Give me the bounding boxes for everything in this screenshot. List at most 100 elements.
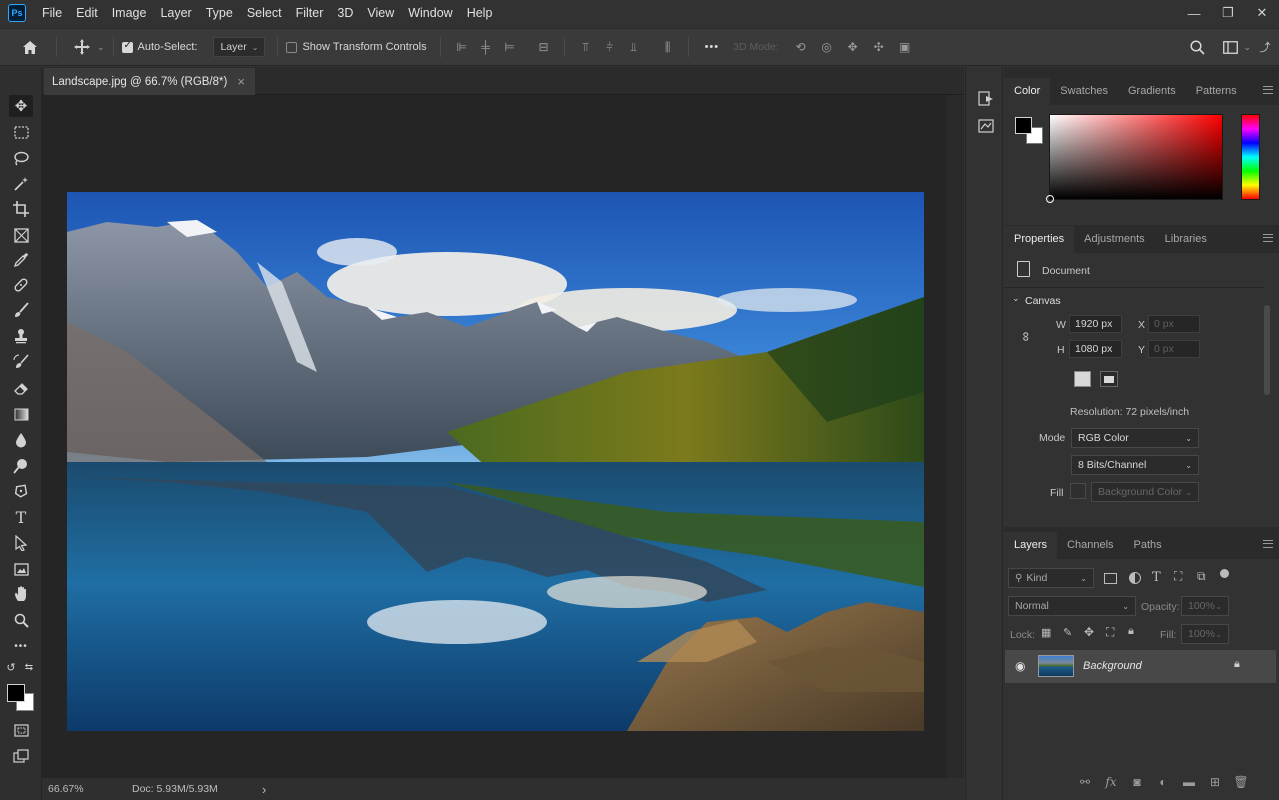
panel-menu-icon[interactable] <box>1263 86 1273 94</box>
menu-3d[interactable]: 3D <box>330 0 360 26</box>
menu-filter[interactable]: Filter <box>289 0 331 26</box>
layer-row[interactable]: ◉ Background 🔒︎ <box>1005 650 1276 683</box>
folder-icon[interactable]: ▬ <box>1176 775 1202 789</box>
align-bottom-icon[interactable]: ⫫ <box>626 39 642 55</box>
share-icon[interactable]: ⤴ <box>1257 39 1273 55</box>
gradient-tool-icon[interactable] <box>9 403 33 425</box>
trash-icon[interactable]: 🗑︎ <box>1228 775 1254 789</box>
align-left-icon[interactable]: ⊫ <box>454 39 470 55</box>
quick-mask-icon[interactable] <box>9 719 33 741</box>
align-right-icon[interactable]: ⊨ <box>502 39 518 55</box>
swap-colors-icon[interactable]: ↺ <box>4 661 18 674</box>
tab-libraries[interactable]: Libraries <box>1155 226 1217 253</box>
landscape-image[interactable] <box>67 192 924 731</box>
color-picker-handle[interactable] <box>1046 195 1054 203</box>
restore-button[interactable]: ❐ <box>1211 0 1245 26</box>
magic-wand-tool-icon[interactable] <box>9 173 33 195</box>
3d-orbit-icon[interactable]: ⟲ <box>793 39 809 55</box>
visibility-eye-icon[interactable]: ◉ <box>1015 659 1025 673</box>
filter-smart-object-icon[interactable]: ⧉ <box>1197 569 1206 584</box>
tab-layers[interactable]: Layers <box>1004 532 1058 559</box>
blur-tool-icon[interactable] <box>9 429 33 451</box>
menu-window[interactable]: Window <box>401 0 459 26</box>
auto-select-checkbox[interactable] <box>121 40 133 53</box>
lock-all-icon[interactable]: 🔒︎ <box>1128 625 1134 638</box>
default-colors-icon[interactable]: ⇆ <box>22 661 36 673</box>
bit-depth-dropdown[interactable]: 8 Bits/Channel ⌄ <box>1071 455 1199 475</box>
vertical-scrollbar[interactable] <box>947 95 964 778</box>
frame-tool-icon[interactable] <box>9 224 33 246</box>
more-tools-icon[interactable]: ••• <box>9 635 33 657</box>
tab-adjustments[interactable]: Adjustments <box>1074 226 1155 253</box>
tab-properties[interactable]: Properties <box>1004 226 1075 253</box>
chevron-down-icon[interactable]: ⌄ <box>1012 293 1020 304</box>
3d-pan-icon[interactable]: ✥ <box>845 39 861 55</box>
filter-shape-icon[interactable]: ⛶ <box>1174 569 1182 584</box>
auto-select-dropdown[interactable]: Layer ⌄ <box>213 37 266 57</box>
screen-mode-icon[interactable] <box>9 745 33 767</box>
width-field[interactable]: 1920 px <box>1069 315 1122 333</box>
document-tab[interactable]: Landscape.jpg @ 66.7% (RGB/8*) × <box>44 68 255 95</box>
x-field[interactable]: 0 px <box>1148 315 1200 333</box>
menu-layer[interactable]: Layer <box>153 0 198 26</box>
new-layer-icon[interactable]: ⊞ <box>1202 775 1228 789</box>
menu-edit[interactable]: Edit <box>69 0 105 26</box>
lock-position-icon[interactable]: ✥ <box>1084 625 1094 639</box>
lock-paint-icon[interactable]: ✎ <box>1063 626 1072 639</box>
align-middle-icon[interactable]: ⫩ <box>602 39 618 55</box>
foreground-color-swatch[interactable] <box>7 684 25 702</box>
menu-help[interactable]: Help <box>460 0 500 26</box>
history-brush-tool-icon[interactable] <box>9 351 33 373</box>
3d-scale-icon[interactable]: ▣ <box>897 39 913 55</box>
tab-swatches[interactable]: Swatches <box>1050 78 1118 105</box>
menu-file[interactable]: File <box>35 0 69 26</box>
y-field[interactable]: 0 px <box>1148 340 1200 358</box>
kind-filter-dropdown[interactable]: ⚲ Kind ⌄ <box>1008 568 1094 588</box>
panel-menu-icon[interactable] <box>1263 234 1273 242</box>
status-menu-arrow[interactable]: › <box>262 782 266 797</box>
chevron-down-icon[interactable]: ⌄ <box>1243 42 1251 53</box>
properties-scrollbar[interactable] <box>1264 305 1270 395</box>
move-tool-icon[interactable] <box>69 39 95 55</box>
landscape-orientation-icon[interactable] <box>1100 371 1118 387</box>
workspace-icon[interactable] <box>1221 40 1239 54</box>
dodge-tool-icon[interactable] <box>9 455 33 477</box>
link-icon[interactable]: ⚯ <box>1072 775 1098 789</box>
eraser-tool-icon[interactable] <box>9 377 33 399</box>
layer-name[interactable]: Background <box>1083 660 1142 672</box>
rectangle-tool-icon[interactable] <box>9 558 33 580</box>
libraries-icon[interactable] <box>976 116 996 136</box>
mask-icon[interactable]: ◙ <box>1124 775 1150 789</box>
lock-transparent-icon[interactable]: ▦ <box>1041 626 1051 639</box>
fx-icon[interactable]: fx <box>1098 775 1124 789</box>
foreground-color-swatch[interactable] <box>1015 117 1032 134</box>
filter-adjustment-icon[interactable] <box>1129 572 1141 584</box>
fill-field[interactable]: 100% ⌄ <box>1181 624 1229 644</box>
lasso-tool-icon[interactable] <box>9 147 33 169</box>
close-tab-icon[interactable]: × <box>237 74 245 89</box>
hand-tool-icon[interactable] <box>9 583 33 605</box>
learn-icon[interactable] <box>976 89 996 109</box>
pen-tool-icon[interactable] <box>9 480 33 502</box>
fill-color-swatch[interactable] <box>1070 483 1086 499</box>
minimize-button[interactable]: — <box>1177 0 1211 26</box>
tab-paths[interactable]: Paths <box>1124 532 1172 559</box>
distribute-vertical-icon[interactable]: ⫼ <box>660 39 676 55</box>
more-options-icon[interactable]: ••• <box>705 41 720 53</box>
transform-controls-checkbox[interactable] <box>286 41 298 53</box>
distribute-horizontal-icon[interactable]: ⊟ <box>536 39 552 55</box>
brush-tool-icon[interactable] <box>9 299 33 321</box>
tab-gradients[interactable]: Gradients <box>1118 78 1186 105</box>
zoom-tool-icon[interactable] <box>9 609 33 631</box>
3d-slide-icon[interactable]: ✣ <box>871 39 887 55</box>
color-field[interactable] <box>1046 114 1223 203</box>
stamp-tool-icon[interactable] <box>9 325 33 347</box>
link-icon[interactable]: ∞ <box>1019 332 1034 341</box>
search-icon[interactable] <box>1187 39 1207 55</box>
menu-type[interactable]: Type <box>199 0 240 26</box>
opacity-field[interactable]: 100% ⌄ <box>1181 596 1229 616</box>
type-tool-icon[interactable]: T <box>9 506 33 528</box>
healing-brush-tool-icon[interactable] <box>9 274 33 296</box>
menu-select[interactable]: Select <box>240 0 289 26</box>
layer-thumbnail[interactable] <box>1038 655 1074 677</box>
